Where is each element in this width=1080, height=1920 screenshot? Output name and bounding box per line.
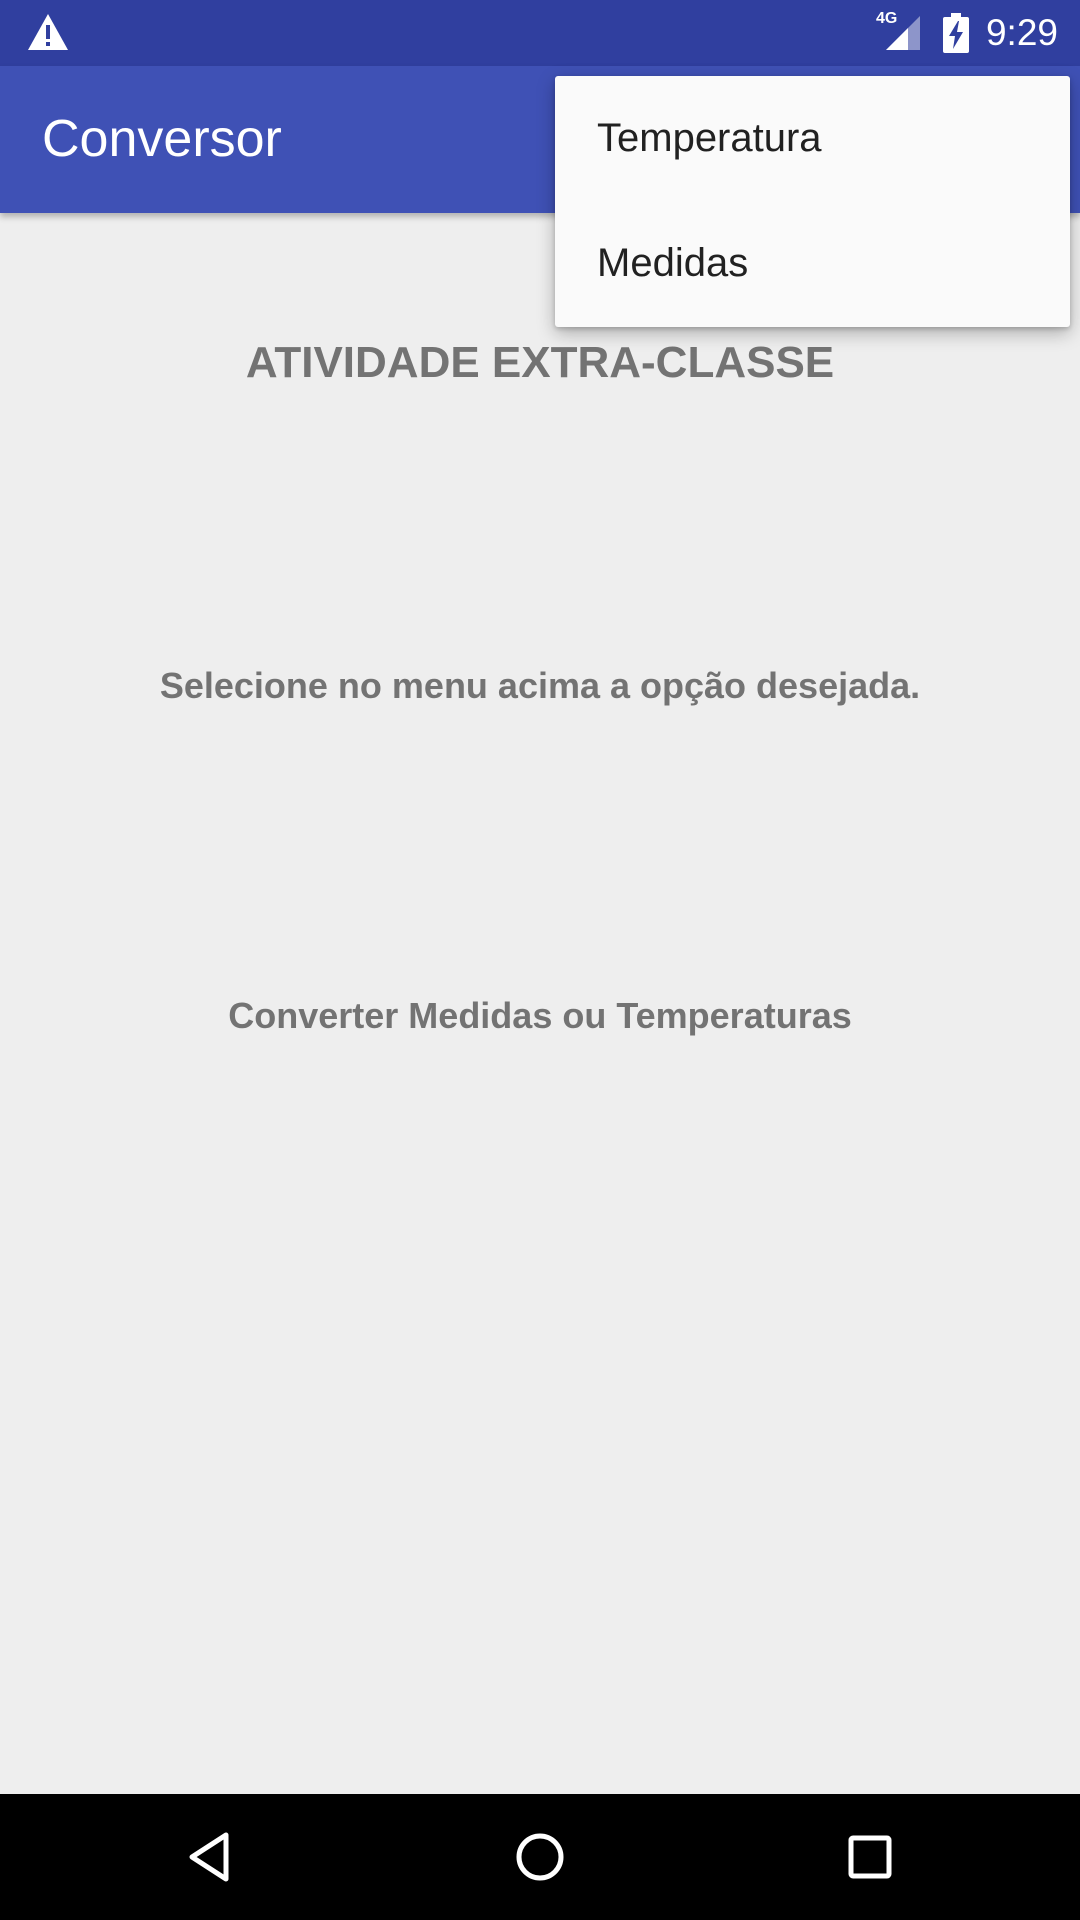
battery-charging-icon (942, 13, 969, 53)
instruction-text: Selecione no menu acima a opção desejada… (159, 665, 921, 706)
back-triangle-icon[interactable] (180, 1827, 240, 1887)
menu-item-temperatura[interactable]: Temperatura (555, 76, 1070, 201)
warning-triangle-icon (28, 14, 68, 50)
network-type-label: 4G (875, 10, 898, 27)
subtitle-text: Converter Medidas ou Temperaturas (228, 995, 852, 1036)
recents-square-icon[interactable] (840, 1827, 900, 1887)
menu-item-medidas[interactable]: Medidas (555, 201, 1070, 326)
navigation-bar (0, 1794, 1080, 1920)
app-screen: 4G 9:29 Conversor ATIVIDADE EXTRA-CLASSE… (0, 0, 1080, 1920)
status-bar: 4G 9:29 (0, 0, 1080, 66)
status-clock: 9:29 (985, 12, 1058, 53)
page-heading: ATIVIDADE EXTRA-CLASSE (245, 338, 835, 387)
cell-signal-icon: 4G (875, 10, 924, 54)
status-icons: 4G 9:29 (875, 0, 1058, 66)
home-circle-icon[interactable] (510, 1827, 570, 1887)
app-title: Conversor (42, 110, 282, 168)
overflow-menu: Temperatura Medidas (555, 76, 1070, 327)
